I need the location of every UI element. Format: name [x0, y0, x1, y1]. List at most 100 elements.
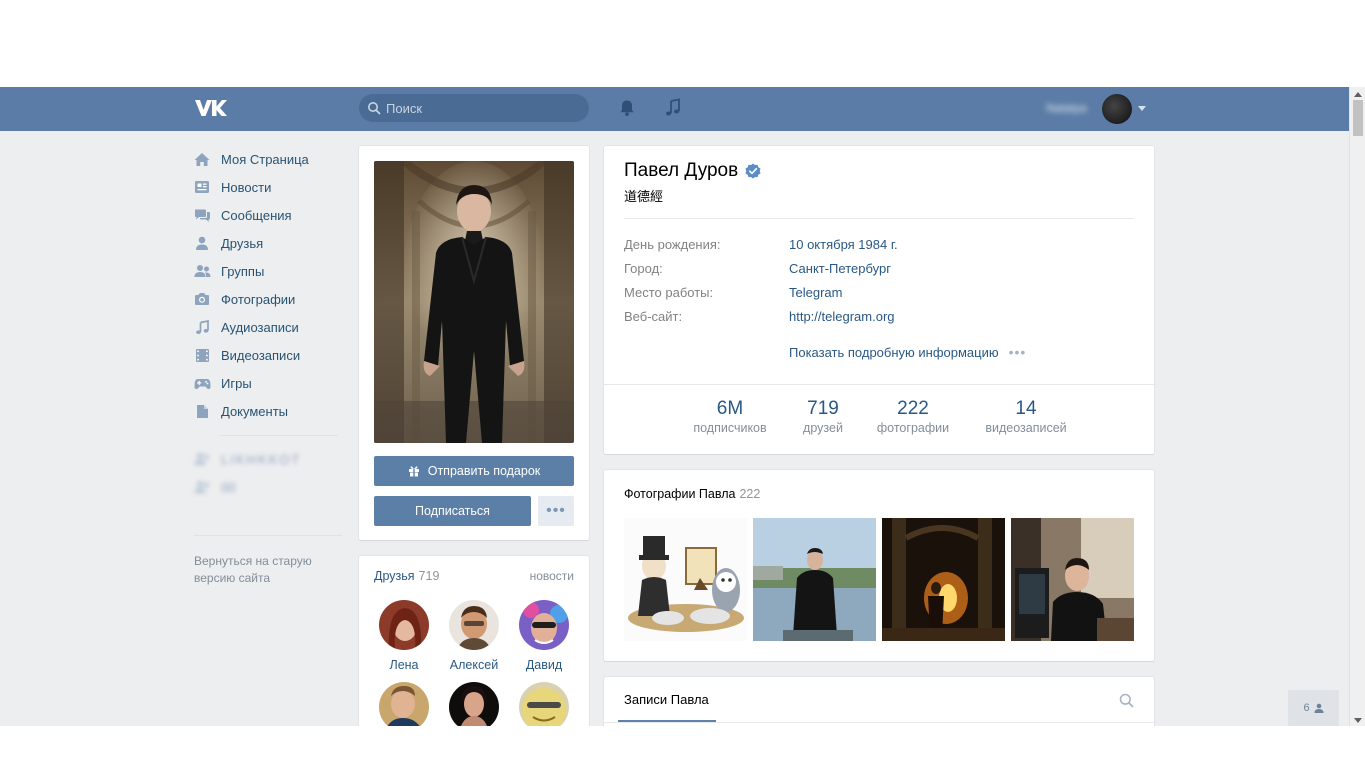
scroll-thumb[interactable]: [1353, 100, 1363, 136]
user-name[interactable]: Natalya: [1046, 101, 1087, 115]
sidebar-item-label: Группы: [221, 263, 265, 279]
search-input[interactable]: [386, 98, 576, 118]
friends-title[interactable]: Друзья 719: [374, 569, 439, 583]
friends-count: 719: [418, 569, 440, 583]
sidebar-group-item[interactable]: 00: [192, 473, 344, 501]
sidebar-item-label: Моя Страница: [221, 151, 309, 167]
chevron-down-icon[interactable]: [1138, 106, 1146, 111]
info-value-link[interactable]: 10 октября 1984 г.: [789, 237, 898, 252]
photos-card: Фотографии Павла 222: [604, 470, 1154, 661]
counter-videos[interactable]: 14 видеозаписей: [978, 397, 1074, 435]
photo-thumbnail[interactable]: [882, 518, 1005, 641]
groups-icon: [193, 263, 211, 279]
search-box[interactable]: [359, 94, 589, 122]
posts-divider: [604, 722, 1154, 723]
sidebar-item-label: Аудиозаписи: [221, 319, 299, 335]
sidebar-item-photos[interactable]: Фотографии: [192, 285, 344, 313]
friend-item[interactable]: Лена: [369, 600, 439, 672]
photo-thumbnail[interactable]: [1011, 518, 1134, 641]
send-gift-button[interactable]: Отправить подарок: [374, 456, 574, 486]
tab-posts[interactable]: Записи Павла: [624, 692, 709, 707]
sidebar-item-label: Документы: [221, 403, 289, 419]
friend-item[interactable]: [439, 682, 509, 726]
old-version-link[interactable]: Вернуться на старую версию сайта: [194, 553, 334, 587]
send-gift-label: Отправить подарок: [427, 464, 541, 478]
sidebar-item-label: Видеозаписи: [221, 347, 301, 363]
sidebar-item-friends[interactable]: Друзья: [192, 229, 344, 257]
counter-photos[interactable]: 222 фотографии: [871, 397, 955, 435]
posts-card: Записи Павла: [604, 677, 1154, 726]
verified-icon[interactable]: [745, 163, 761, 179]
online-count: 6: [1303, 702, 1310, 714]
photo-thumbnail[interactable]: [753, 518, 876, 641]
page-title: Павел Дуров: [624, 160, 739, 181]
profile-info-card: Павел Дуров 道德經 День рождения: 10 октябр…: [604, 146, 1154, 454]
sidebar-group-label: 00: [221, 479, 236, 495]
info-value-link[interactable]: Telegram: [789, 285, 842, 300]
sidebar-item-label: Новости: [221, 179, 272, 195]
top-blank-area: [0, 0, 1365, 87]
sidebar-group-item[interactable]: LIKHKKOT: [192, 445, 344, 473]
sidebar-item-groups[interactable]: Группы: [192, 257, 344, 285]
friends-news-link[interactable]: новости: [530, 569, 574, 583]
search-icon[interactable]: [1119, 693, 1134, 708]
scroll-down-arrow-icon[interactable]: [1354, 718, 1362, 723]
profile-status: 道德經: [624, 189, 664, 204]
profile-photo-card: Отправить подарок Подписаться •••: [359, 146, 589, 540]
sidebar-item-games[interactable]: Игры: [192, 369, 344, 397]
scroll-up-arrow-icon[interactable]: [1354, 92, 1362, 97]
subscribe-button[interactable]: Подписаться: [374, 496, 531, 526]
camera-icon: [193, 291, 211, 307]
friend-name: Алексей: [449, 658, 499, 672]
show-more-info-link[interactable]: Показать подробную информацию •••: [789, 344, 1026, 360]
friend-avatar: [519, 600, 569, 650]
friend-item[interactable]: Алексей: [439, 600, 509, 672]
group-icon: [193, 479, 211, 495]
page-scrollbar[interactable]: [1349, 87, 1365, 726]
group-icon: [193, 451, 211, 467]
info-label: Место работы:: [624, 285, 714, 300]
profile-photo[interactable]: [374, 161, 574, 443]
bell-icon[interactable]: [617, 98, 637, 118]
sidebar-group-label: LIKHKKOT: [221, 451, 302, 467]
photo-thumbnail[interactable]: [624, 518, 747, 641]
counter-value: 6M: [716, 398, 744, 419]
friend-item[interactable]: [509, 682, 579, 726]
user-avatar[interactable]: [1102, 94, 1132, 124]
counter-friends[interactable]: 719 друзей: [793, 397, 853, 435]
friend-avatar: [449, 600, 499, 650]
info-row-birthday: День рождения: 10 октября 1984 г.: [624, 237, 898, 252]
user-icon: [1314, 703, 1324, 713]
profile-name-row: Павел Дуров: [624, 160, 761, 182]
news-icon: [193, 179, 211, 195]
info-value-link[interactable]: http://telegram.org: [789, 309, 895, 324]
more-actions-button[interactable]: •••: [538, 496, 574, 526]
sidebar-item-video[interactable]: Видеозаписи: [192, 341, 344, 369]
photos-title[interactable]: Фотографии Павла 222: [624, 487, 760, 501]
friend-avatar: [379, 600, 429, 650]
sidebar-item-documents[interactable]: Документы: [192, 397, 344, 425]
info-row-website: Веб-сайт: http://telegram.org: [624, 309, 895, 324]
vk-logo[interactable]: [193, 97, 227, 119]
gamepad-icon: [193, 375, 211, 391]
sidebar-item-news[interactable]: Новости: [192, 173, 344, 201]
info-label: Веб-сайт:: [624, 309, 683, 324]
sidebar-item-messages[interactable]: Сообщения: [192, 201, 344, 229]
sidebar-item-audio[interactable]: Аудиозаписи: [192, 313, 344, 341]
photos-count: 222: [739, 487, 761, 501]
left-sidebar: Моя Страница Новости Сообщения Друзья Гр…: [192, 145, 344, 501]
show-more-info-label: Показать подробную информацию: [789, 344, 999, 360]
sidebar-divider: [220, 435, 338, 436]
online-friends-widget[interactable]: 6: [1288, 690, 1339, 726]
sidebar-divider: [194, 535, 342, 536]
info-row-city: Город: Санкт-Петербург: [624, 261, 891, 276]
counter-followers[interactable]: 6M подписчиков: [688, 397, 772, 435]
sidebar-item-my-page[interactable]: Моя Страница: [192, 145, 344, 173]
counter-label: подписчиков: [693, 421, 767, 435]
music-icon[interactable]: [663, 98, 683, 118]
friend-item[interactable]: [369, 682, 439, 726]
friend-item[interactable]: Давид: [509, 600, 579, 672]
document-icon: [193, 403, 211, 419]
info-value-link[interactable]: Санкт-Петербург: [789, 261, 891, 276]
info-divider: [624, 218, 1134, 219]
